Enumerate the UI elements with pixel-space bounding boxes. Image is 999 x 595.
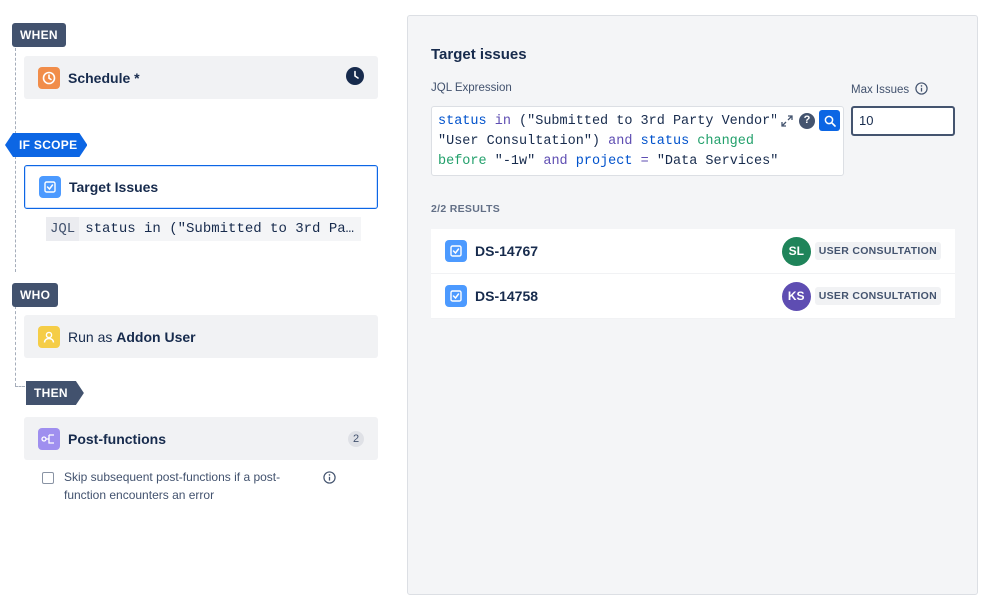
schedule-card[interactable]: Schedule *	[24, 56, 378, 99]
jql-token: project	[575, 154, 633, 169]
who-tag: WHO	[12, 283, 59, 307]
jql-preview-text: status in ("Submitted to 3rd Party Vendo…	[79, 217, 362, 241]
checkbox-issue-icon	[445, 240, 467, 262]
status-badge: USER CONSULTATION	[814, 242, 941, 260]
max-issues-input[interactable]: 10	[851, 106, 955, 136]
checkbox-issue-icon	[445, 285, 467, 307]
then-tag: THEN	[26, 381, 84, 405]
automation-flow: WHEN Schedule * IF SCOPE Target Issues J…	[0, 0, 400, 581]
avatar: SL	[781, 236, 811, 266]
issue-key[interactable]: DS-14758	[475, 288, 538, 304]
jql-token: before	[438, 154, 487, 169]
jql-token: status	[438, 114, 487, 129]
post-functions-count: 2	[348, 430, 364, 447]
help-icon[interactable]: ?	[799, 112, 815, 129]
list-item[interactable]: DS-14758 KS USER CONSULTATION	[431, 274, 955, 319]
results-count: 2/2 RESULTS	[431, 203, 501, 215]
flow-connector	[15, 156, 16, 272]
jql-token: ("Submitted to 3rd Party Vendor",	[519, 114, 787, 129]
flow-connector	[15, 48, 16, 134]
jql-preview: JQL status in ("Submitted to 3rd Party V…	[46, 216, 362, 242]
jql-label: JQL	[46, 217, 80, 241]
jql-token: "User Consultation")	[438, 134, 601, 149]
skip-option: Skip subsequent post-functions if a post…	[42, 468, 342, 504]
clock-icon[interactable]	[346, 67, 364, 88]
run-as-prefix: Run as	[68, 328, 117, 345]
run-as-card[interactable]: Run as Addon User	[24, 315, 378, 358]
checkbox-issue-icon	[39, 176, 61, 198]
jql-toolbar: ?	[776, 110, 840, 131]
results-list: DS-14767 SL USER CONSULTATION DS-14758 K…	[431, 229, 955, 319]
skip-label: Skip subsequent post-functions if a post…	[64, 470, 281, 502]
flow-connector	[15, 306, 16, 386]
max-issues-label: Max Issues	[851, 84, 910, 96]
flow-connector	[15, 386, 25, 387]
jql-token: in	[494, 114, 511, 129]
jql-token: and	[543, 154, 568, 169]
list-item[interactable]: DS-14767 SL USER CONSULTATION	[431, 229, 955, 274]
status-badge: USER CONSULTATION	[814, 287, 941, 305]
jql-line-3: before "-1w" and project = "Data Service…	[438, 152, 837, 172]
jql-token: status	[640, 134, 690, 149]
schedule-icon	[38, 66, 60, 89]
target-issues-title: Target Issues	[69, 179, 159, 195]
target-issues-panel: Target issues JQL Expression Max Issues …	[407, 15, 978, 595]
post-functions-title: Post-functions	[68, 430, 166, 447]
info-icon[interactable]	[323, 471, 336, 489]
avatar: KS	[781, 281, 811, 311]
when-tag: WHEN	[12, 23, 66, 47]
jql-token: and	[608, 134, 633, 149]
postfunction-icon	[38, 427, 60, 450]
jql-token: changed	[697, 134, 754, 149]
issue-key[interactable]: DS-14767	[475, 243, 538, 259]
target-issues-card[interactable]: Target Issues	[24, 165, 378, 209]
run-as-user: Addon User	[116, 328, 196, 345]
panel-title: Target issues	[431, 46, 527, 63]
jql-line-2: "User Consultation") and status changed	[438, 132, 837, 152]
search-icon[interactable]	[819, 110, 840, 131]
info-icon[interactable]	[915, 82, 928, 98]
expand-icon[interactable]	[779, 113, 795, 129]
schedule-title: Schedule *	[68, 69, 140, 86]
jql-token: "Data Services"	[656, 154, 779, 169]
jql-token: "-1w"	[494, 154, 536, 169]
jql-expression-label: JQL Expression	[431, 82, 512, 94]
max-issues-label-wrap: Max Issues	[851, 82, 928, 98]
jql-token: =	[640, 154, 649, 169]
post-functions-card[interactable]: Post-functions 2	[24, 417, 378, 460]
skip-checkbox[interactable]	[42, 472, 54, 484]
jql-expression-input[interactable]: status in ("Submitted to 3rd Party Vendo…	[431, 106, 844, 176]
if-scope-tag: IF SCOPE	[5, 133, 87, 157]
user-icon	[38, 325, 60, 348]
